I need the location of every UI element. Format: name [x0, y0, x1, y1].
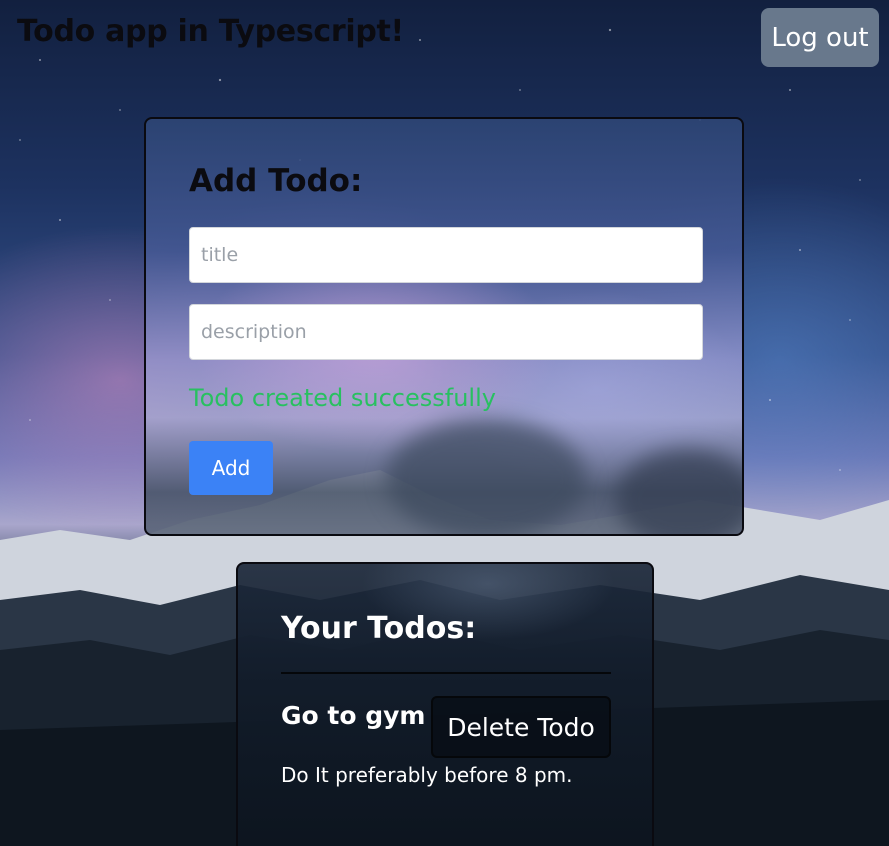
add-button[interactable]: Add: [189, 441, 273, 495]
card-background-blur: [386, 419, 586, 534]
title-input[interactable]: [189, 227, 703, 283]
add-todo-heading: Add Todo:: [189, 163, 363, 199]
card-background-blur: [616, 449, 742, 534]
todos-heading: Your Todos:: [281, 611, 477, 646]
todo-description: Do It preferably before 8 pm.: [281, 763, 573, 787]
todos-card: Your Todos: Go to gym Delete Todo Do It …: [236, 562, 654, 846]
status-message: Todo created successfully: [189, 384, 496, 412]
todo-title: Go to gym: [281, 701, 426, 730]
add-todo-card: Add Todo: Todo created successfully Add: [144, 117, 744, 536]
description-input[interactable]: [189, 304, 703, 360]
app-title: Todo app in Typescript!: [17, 14, 404, 49]
logout-button[interactable]: Log out: [761, 8, 879, 67]
divider: [281, 672, 611, 674]
delete-todo-button[interactable]: Delete Todo: [431, 696, 611, 758]
